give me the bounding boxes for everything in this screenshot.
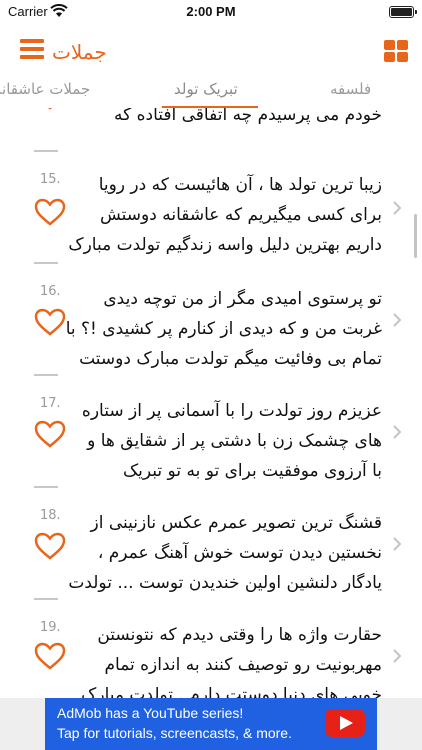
quote-line: با آرزوی موفقیت برای تو به تو تبریک	[122, 461, 382, 481]
chevron-right-icon[interactable]	[392, 536, 402, 552]
quote-line: های چشمک زن با دشتی پر از شقایق ها و	[87, 431, 382, 451]
heart-icon[interactable]	[34, 642, 66, 670]
quote-line: خودم می پرسیدم چه اتفاقی افتاده که	[113, 108, 382, 125]
quote-line: نخستین دیدن توست خوش آهنگ عمرم ،	[97, 543, 382, 563]
separator	[34, 262, 58, 264]
list-item[interactable]: 17. عزیزم روز تولدت را با آسمانی پر از س…	[0, 394, 422, 494]
quote-line: برای کسی میگیریم که عاشقانه دوستش	[100, 205, 382, 225]
separator	[34, 374, 58, 376]
quote-text: عزیزم روز تولدت را با آسمانی پر از ستاره…	[66, 396, 382, 486]
quotes-list[interactable]: خودم می پرسیدم چه اتفاقی افتاده که 15. ز…	[0, 108, 422, 698]
tab-birthday-wishes[interactable]: تبریک تولد	[174, 80, 238, 98]
list-item[interactable]: 19. حقارت واژه ها را وقتی دیدم که نتونست…	[0, 618, 422, 698]
quote-line: تو پرستوی امیدی مگر از من توچه دیدی	[103, 289, 382, 309]
scroll-indicator[interactable]	[414, 214, 417, 258]
heart-icon[interactable]	[34, 198, 66, 226]
category-tabs: جملات عاشقانه تبریک تولد فلسفه	[0, 72, 422, 108]
battery-icon	[389, 6, 417, 18]
quote-text: زیبا ترین تولد ها ، آن هائیست که در رویا…	[66, 170, 382, 260]
list-item[interactable]: 18. قشنگ ترین تصویر عمرم عکس نازنینی از …	[0, 506, 422, 606]
quote-text: قشنگ ترین تصویر عمرم عکس نازنینی از نخست…	[66, 508, 382, 598]
quote-line: قشنگ ترین تصویر عمرم عکس نازنینی از	[90, 513, 382, 533]
quote-line: حقارت واژه ها را وقتی دیدم که نتونستن	[97, 625, 382, 645]
status-time: 2:00 PM	[186, 4, 236, 19]
tab-philosophy[interactable]: فلسفه	[330, 80, 371, 98]
heart-icon[interactable]	[34, 420, 66, 448]
grid-view-icon[interactable]	[384, 40, 408, 62]
ad-banner[interactable]: AdMob has a YouTube series! Tap for tuto…	[0, 698, 422, 750]
quote-line: زیبا ترین تولد ها ، آن هائیست که در رویا	[98, 175, 382, 195]
separator	[34, 486, 58, 488]
quote-line: تمام بی وفائیت میگم تولدت مبارک دوستت	[79, 349, 382, 369]
item-number: 16.	[40, 284, 61, 299]
youtube-play-icon[interactable]	[325, 709, 365, 737]
quote-line: مهربونیت رو توصیف کنند به اندازه تمام	[104, 655, 382, 675]
tab-romantic-quotes[interactable]: جملات عاشقانه	[0, 80, 90, 98]
quote-text: خودم می پرسیدم چه اتفاقی افتاده که	[66, 108, 382, 130]
navigation-bar: جملات	[0, 28, 422, 72]
quote-line: خوبی های دنیا دوستت دارم . تولدت مبارک	[81, 685, 382, 698]
page-title: جملات	[52, 40, 107, 64]
status-bar: Carrier 2:00 PM	[0, 0, 422, 24]
quote-text: تو پرستوی امیدی مگر از من توچه دیدی غربت…	[66, 284, 382, 374]
quote-text: حقارت واژه ها را وقتی دیدم که نتونستن مه…	[66, 620, 382, 698]
item-number: 17.	[40, 396, 61, 411]
quote-line: داریم بهترین دلیل واسه زندگیم تولدت مبار…	[68, 235, 382, 255]
quote-line: یادگار دلنشین اولین خندیدن توست ... تولد…	[68, 573, 382, 593]
quote-line: غربت من و که دیدی از کنارم پر کشیدی !؟ ب…	[66, 319, 382, 339]
chevron-right-icon[interactable]	[392, 648, 402, 664]
heart-icon[interactable]	[34, 532, 66, 560]
list-item[interactable]: 16. تو پرستوی امیدی مگر از من توچه دیدی …	[0, 282, 422, 382]
heart-icon[interactable]	[34, 108, 66, 110]
separator	[34, 150, 58, 152]
chevron-right-icon[interactable]	[392, 312, 402, 328]
item-number: 18.	[40, 508, 61, 523]
separator	[34, 598, 58, 600]
chevron-right-icon[interactable]	[392, 200, 402, 216]
ad-subtext: Tap for tutorials, screencasts, & more.	[57, 725, 292, 741]
ad-content[interactable]: AdMob has a YouTube series! Tap for tuto…	[45, 698, 377, 750]
list-item[interactable]: خودم می پرسیدم چه اتفاقی افتاده که	[0, 108, 422, 152]
ad-headline: AdMob has a YouTube series!	[57, 705, 244, 721]
menu-icon[interactable]	[20, 39, 44, 59]
chevron-right-icon[interactable]	[392, 424, 402, 440]
list-item[interactable]: 15. زیبا ترین تولد ها ، آن هائیست که در …	[0, 170, 422, 270]
heart-icon[interactable]	[34, 308, 66, 336]
item-number: 15.	[40, 172, 61, 187]
item-number: 19.	[40, 620, 61, 635]
quote-line: عزیزم روز تولدت را با آسمانی پر از ستاره	[81, 401, 382, 421]
